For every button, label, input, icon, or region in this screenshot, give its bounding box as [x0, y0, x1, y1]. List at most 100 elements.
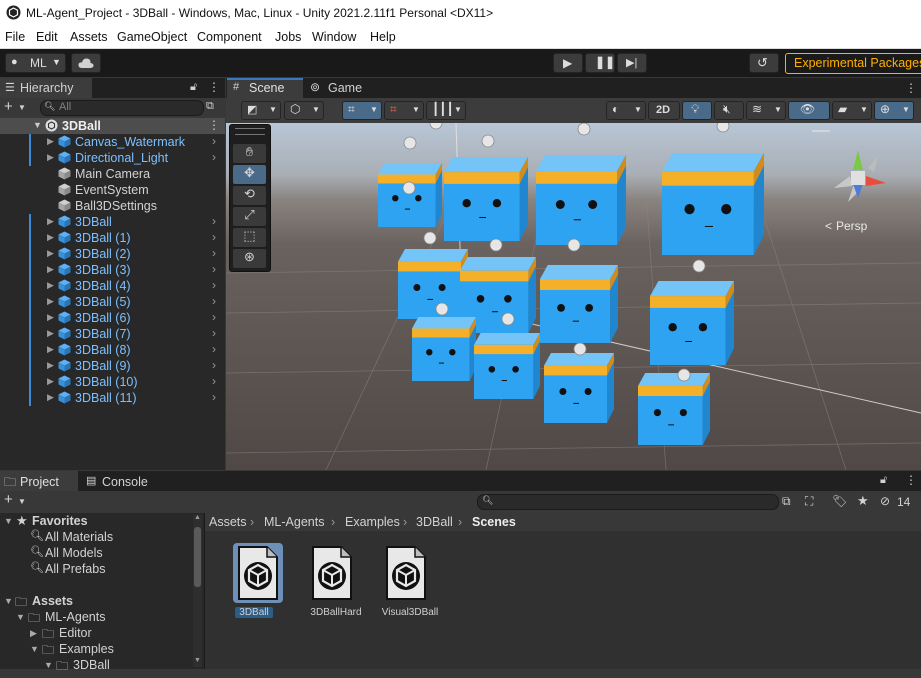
ball[interactable]	[402, 181, 416, 195]
chevron-right-icon[interactable]: ›	[212, 390, 216, 404]
expand-arrow-icon[interactable]: ▼	[4, 516, 13, 526]
draw-mode-dropdown[interactable]: ◩ ▼	[241, 101, 281, 120]
ball[interactable]	[692, 259, 706, 273]
breadcrumb-scenes[interactable]: Scenes	[472, 515, 516, 529]
expand-arrow-icon[interactable]: ▶	[47, 392, 54, 403]
expand-arrow-icon[interactable]: ▶	[47, 312, 54, 323]
experimental-packages-badge[interactable]: Experimental Packages	[785, 53, 921, 74]
expand-arrow-icon[interactable]: ▶	[47, 152, 54, 163]
lock-icon[interactable]: 🔓︎	[880, 474, 887, 487]
expand-arrow-icon[interactable]: ▶	[30, 628, 37, 639]
chevron-right-icon[interactable]: ›	[212, 214, 216, 228]
hierarchy-item[interactable]: ▶ 3DBall (9) ›	[0, 358, 225, 374]
expand-arrow-icon[interactable]: ▶	[47, 248, 54, 259]
favorite-all-models[interactable]: All Models	[45, 546, 103, 560]
hierarchy-item[interactable]: ▶ 3DBall (8) ›	[0, 342, 225, 358]
agent-cube[interactable]	[398, 249, 468, 319]
ball[interactable]	[573, 342, 587, 356]
tree-scrollbar[interactable]: ▲ ▼	[193, 514, 202, 667]
hierarchy-item[interactable]: ▶ 3DBall (2) ›	[0, 246, 225, 262]
hierarchy-search-input[interactable]: 🔍︎ All	[40, 100, 204, 116]
breadcrumb-assets[interactable]: Assets	[209, 515, 247, 529]
hand-tool-icon[interactable]: ✋︎	[233, 144, 266, 163]
increment-snap-toggle[interactable]: ⌗ ▼	[384, 101, 424, 120]
hierarchy-item[interactable]: EventSystem	[0, 182, 225, 198]
menu-window[interactable]: Window	[312, 30, 356, 44]
history-button[interactable]: ↺	[749, 53, 779, 73]
menu-assets[interactable]: Assets	[70, 30, 108, 44]
folder-examples[interactable]: Examples	[59, 642, 114, 656]
asset-scene-file[interactable]: 3DBall	[227, 539, 297, 629]
ball[interactable]	[577, 123, 591, 136]
agent-cube[interactable]	[544, 353, 614, 423]
asset-scene-file[interactable]: Visual3DBall	[375, 539, 445, 629]
expand-arrow-icon[interactable]: ▶	[47, 232, 54, 243]
ball[interactable]	[716, 123, 730, 133]
favorite-all-materials[interactable]: All Materials	[45, 530, 113, 544]
effects-dropdown[interactable]: ≋ ▼	[746, 101, 786, 120]
folder-3dball[interactable]: 3DBall	[73, 658, 110, 672]
add-icon[interactable]: +	[4, 491, 13, 508]
ball[interactable]	[403, 136, 417, 150]
ball[interactable]	[567, 238, 581, 252]
chevron-right-icon[interactable]: ›	[212, 134, 216, 148]
asset-scene-file[interactable]: 3DBallHard	[301, 539, 371, 629]
hierarchy-item[interactable]: Main Camera	[0, 166, 225, 182]
grid-snap-toggle[interactable]: ⌗ ▼	[342, 101, 382, 120]
transform-tool-icon[interactable]: ⊛	[233, 249, 266, 268]
chevron-right-icon[interactable]: ›	[212, 342, 216, 356]
expand-arrow-icon[interactable]: ▶	[47, 376, 54, 387]
rotate-tool-icon[interactable]: ⟲	[233, 186, 266, 205]
add-icon[interactable]: +	[4, 98, 13, 115]
chevron-right-icon[interactable]: ›	[212, 358, 216, 372]
label-tag-icon[interactable]: 🏷︎	[832, 494, 847, 508]
expand-arrow-icon[interactable]: ▶	[47, 280, 54, 291]
hierarchy-item[interactable]: ▶ 3DBall (1) ›	[0, 230, 225, 246]
agent-cube[interactable]	[536, 155, 626, 245]
hierarchy-item[interactable]: ▶ 3DBall (11) ›	[0, 390, 225, 406]
move-tool-icon[interactable]: ✥	[233, 165, 266, 184]
expand-arrow-icon[interactable]: ▶	[47, 328, 54, 339]
cloud-button[interactable]	[71, 53, 101, 73]
hierarchy-item[interactable]: ▶ 3DBall (7) ›	[0, 326, 225, 342]
hierarchy-item[interactable]: ▶ 3DBall (3) ›	[0, 262, 225, 278]
agent-cube[interactable]	[444, 157, 528, 241]
scene-render[interactable]: Persp <	[226, 123, 921, 470]
favorites-header[interactable]: Favorites	[32, 514, 88, 528]
menu-edit[interactable]: Edit	[36, 30, 58, 44]
ball[interactable]	[489, 238, 503, 252]
expand-arrow-icon[interactable]: ▼	[30, 644, 39, 654]
account-dropdown[interactable]: ● ML ▼	[5, 53, 66, 73]
expand-arrow-icon[interactable]: ▶	[47, 296, 54, 307]
audio-toggle[interactable]: 🔇︎	[714, 101, 744, 120]
tab-project[interactable]: 🗀 Project	[0, 471, 78, 491]
agent-cube[interactable]	[650, 281, 734, 365]
agent-cube[interactable]	[638, 373, 710, 445]
chevron-right-icon[interactable]: ›	[212, 374, 216, 388]
expand-arrow-icon[interactable]: ▶	[47, 360, 54, 371]
chevron-right-icon[interactable]: ›	[212, 230, 216, 244]
breadcrumb-examples[interactable]: Examples	[345, 515, 400, 529]
chevron-right-icon[interactable]: ›	[212, 262, 216, 276]
agent-cube[interactable]	[540, 265, 618, 343]
expand-arrow-icon[interactable]: ▶	[47, 136, 54, 147]
drag-handle-icon[interactable]	[235, 128, 265, 135]
render-mode-dropdown[interactable]: ◐ ▼	[606, 101, 646, 120]
expand-arrow-icon[interactable]: ▶	[47, 264, 54, 275]
play-button[interactable]: ▶	[553, 53, 583, 73]
agent-cube[interactable]	[474, 333, 540, 399]
gizmos-dropdown[interactable]: ⊕ ▼	[874, 101, 914, 120]
step-button[interactable]: ▶|	[617, 53, 647, 73]
ball[interactable]	[435, 302, 449, 316]
menu-jobs[interactable]: Jobs	[275, 30, 301, 44]
breadcrumb-3dball[interactable]: 3DBall	[416, 515, 453, 529]
breadcrumb-ml-agents[interactable]: ML-Agents	[264, 515, 324, 529]
menu-help[interactable]: Help	[370, 30, 396, 44]
expand-arrow-icon[interactable]: ▼	[16, 612, 25, 622]
scrollbar-thumb[interactable]	[194, 527, 201, 587]
search-options-icon[interactable]: ⧉	[206, 100, 214, 113]
expand-arrow-icon[interactable]: ▼	[33, 120, 42, 130]
hierarchy-item[interactable]: ▶ Canvas_Watermark ›	[0, 134, 225, 150]
tab-game[interactable]: ⊚ Game	[306, 78, 372, 98]
filter-type-icon[interactable]: ⛶	[805, 494, 813, 509]
